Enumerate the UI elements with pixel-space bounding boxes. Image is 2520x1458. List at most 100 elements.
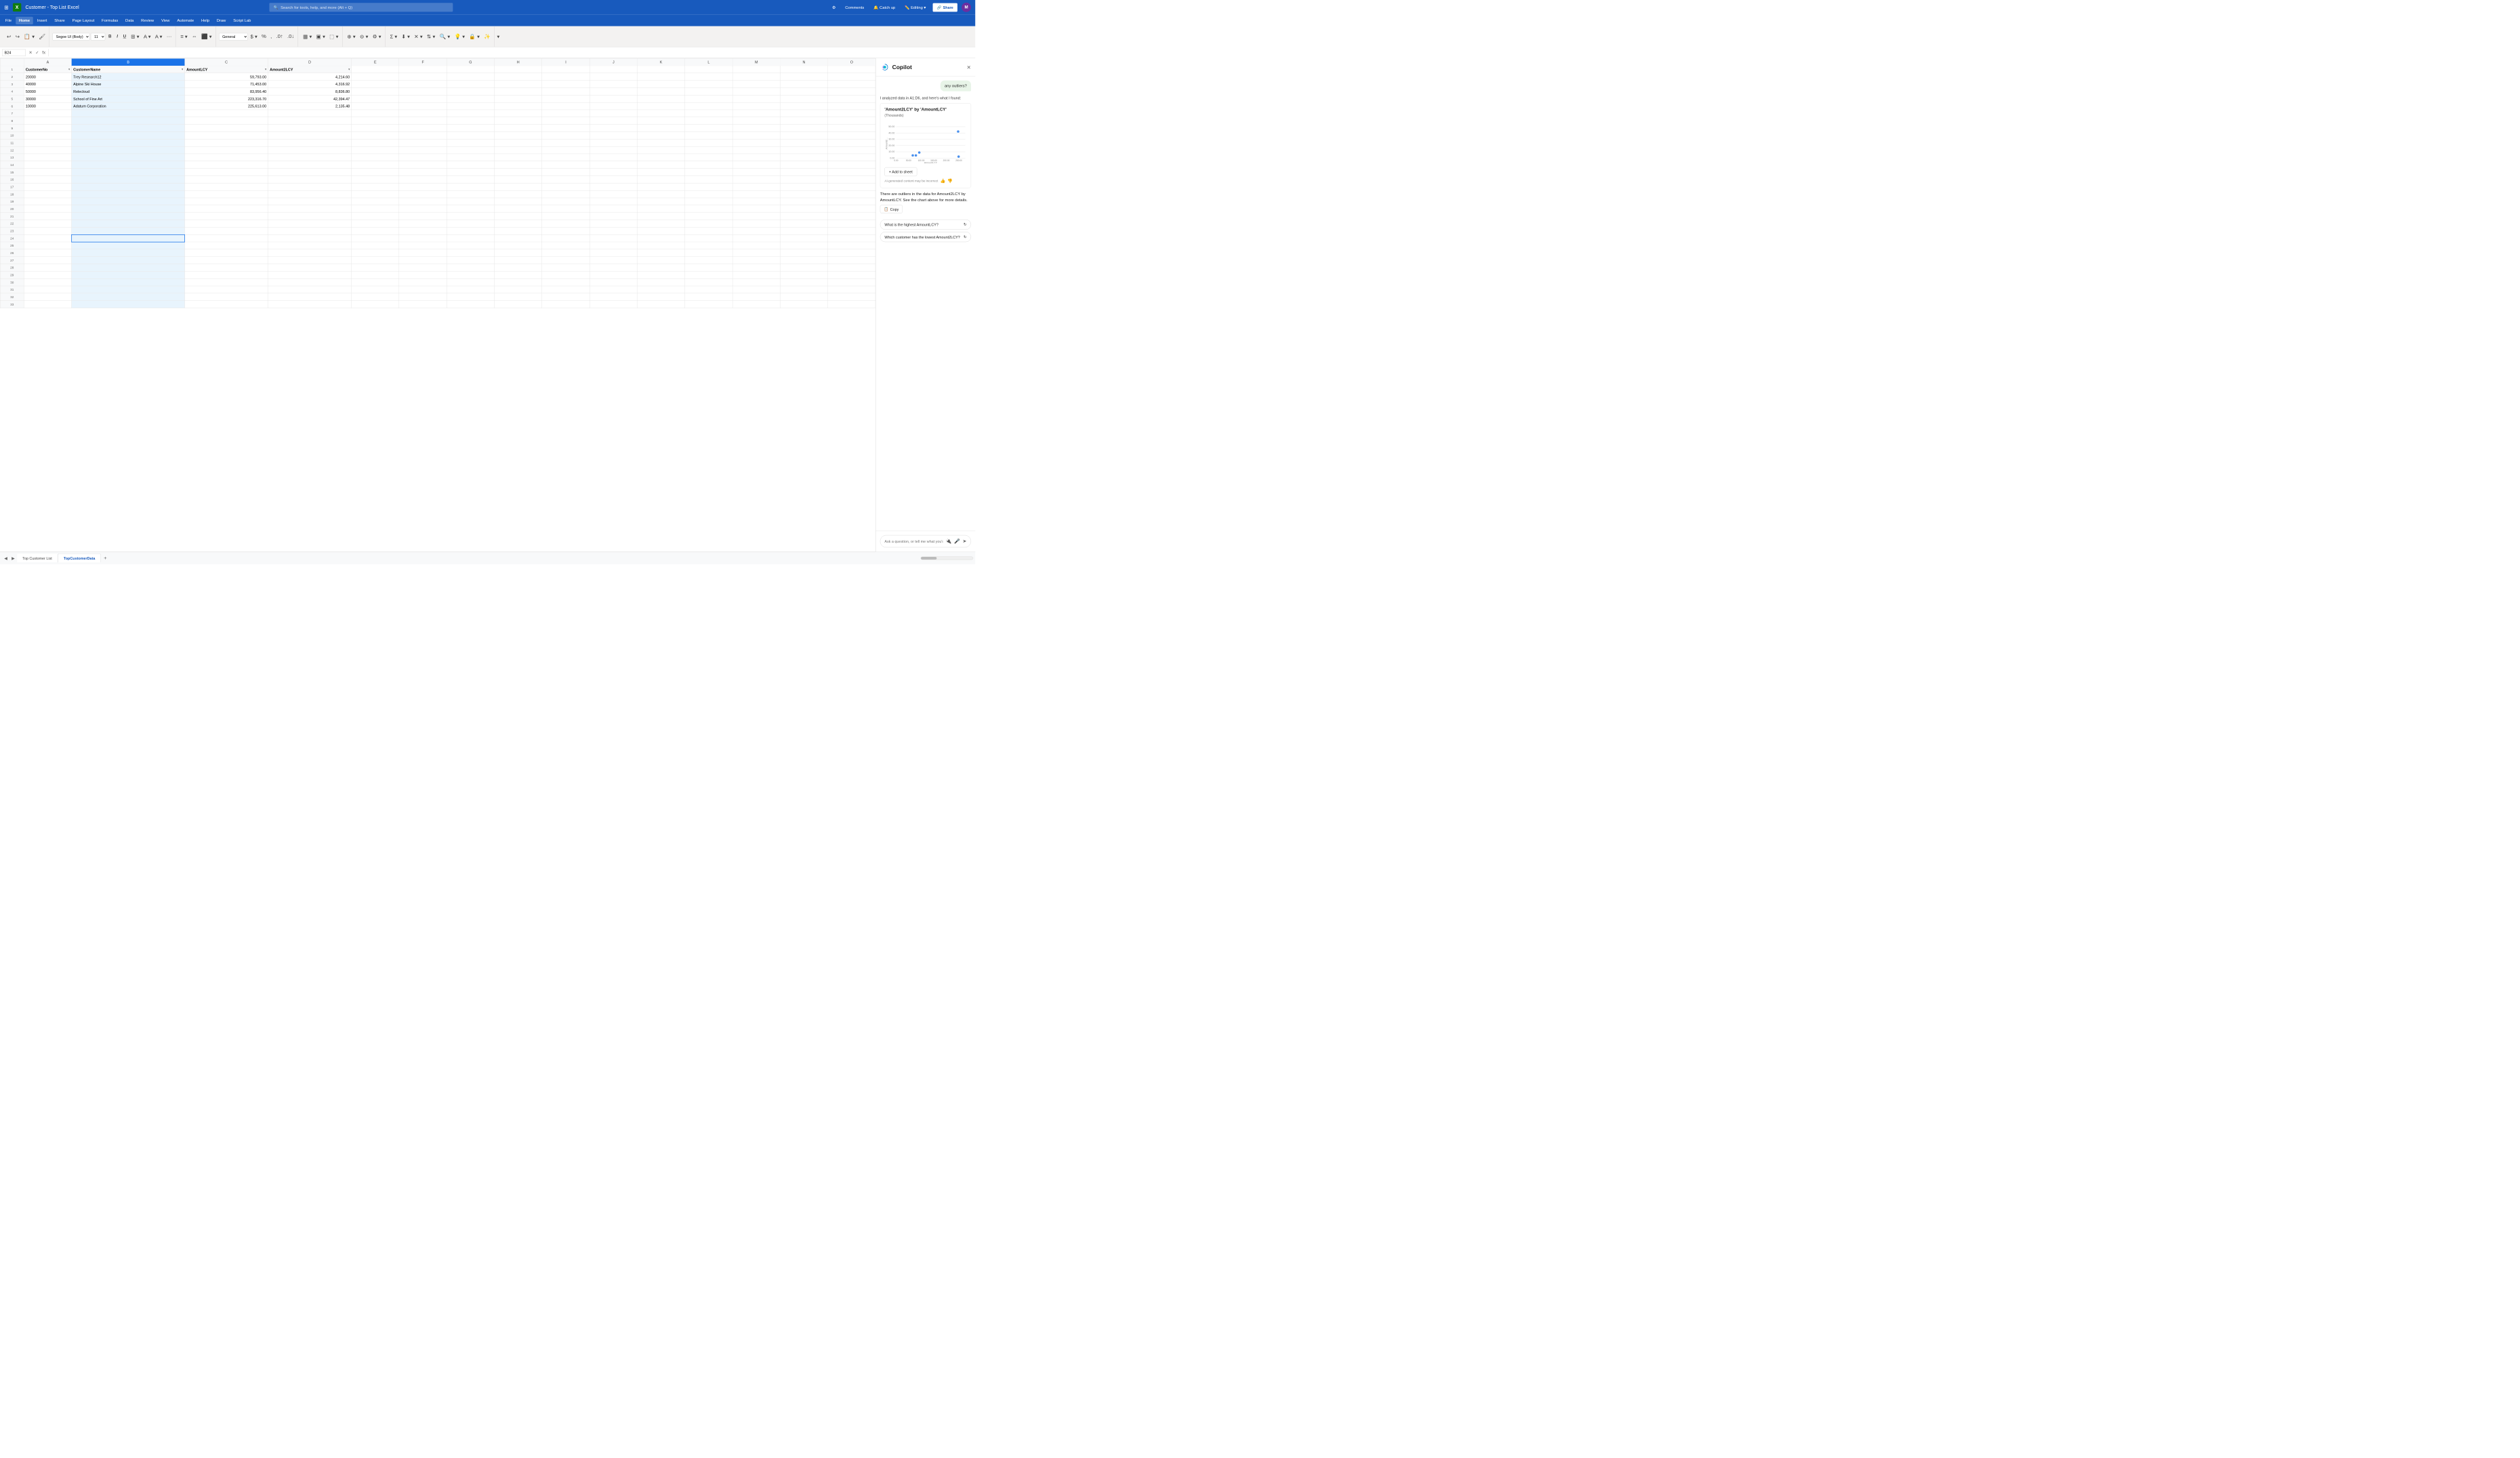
cell[interactable] [685, 257, 732, 264]
cell[interactable] [447, 66, 494, 73]
cell[interactable] [590, 220, 637, 227]
cell[interactable] [447, 102, 494, 110]
cell[interactable] [268, 110, 352, 117]
cell[interactable] [185, 183, 268, 190]
conditional-format-button[interactable]: ▦ ▾ [302, 33, 314, 41]
cell[interactable] [24, 161, 71, 169]
cell[interactable] [352, 227, 399, 234]
cell[interactable] [732, 234, 780, 242]
cell[interactable] [732, 220, 780, 227]
cell[interactable] [447, 81, 494, 88]
cell[interactable] [590, 183, 637, 190]
cell[interactable] [542, 175, 590, 183]
cell[interactable] [828, 249, 875, 257]
cell[interactable]: School of Fine Art [72, 95, 185, 102]
cell[interactable] [685, 198, 732, 205]
function-button[interactable]: fx [41, 49, 47, 56]
cell[interactable] [72, 183, 185, 190]
cell[interactable] [268, 139, 352, 146]
font-color-button[interactable]: A ▾ [153, 33, 163, 41]
cell[interactable] [185, 154, 268, 161]
cell[interactable] [637, 87, 684, 95]
cell[interactable] [637, 73, 684, 81]
cell[interactable] [828, 190, 875, 198]
cell[interactable] [72, 234, 185, 242]
cell[interactable] [447, 293, 494, 301]
cell[interactable] [447, 264, 494, 272]
confirm-formula-button[interactable]: ✓ [35, 49, 40, 56]
cell[interactable]: Adatum Corporation [72, 102, 185, 110]
cell[interactable] [590, 66, 637, 73]
cell[interactable]: CustomerName ▾ [72, 66, 185, 73]
cell[interactable] [542, 169, 590, 176]
cell[interactable] [352, 125, 399, 132]
cell[interactable] [24, 117, 71, 125]
cell[interactable] [542, 271, 590, 278]
cell[interactable] [542, 81, 590, 88]
cell[interactable] [685, 286, 732, 293]
cell[interactable] [542, 117, 590, 125]
cell[interactable]: 59,793.00 [185, 73, 268, 81]
col-header-g[interactable]: G [447, 58, 494, 66]
cell[interactable] [685, 278, 732, 286]
cell[interactable] [732, 198, 780, 205]
cell[interactable] [24, 257, 71, 264]
send-icon-button[interactable]: ➤ [963, 539, 967, 544]
suggestion-chip-2[interactable]: Which customer has the lowest Amount2LCY… [880, 232, 971, 242]
cell[interactable] [637, 117, 684, 125]
col-header-o[interactable]: O [828, 58, 875, 66]
cell[interactable] [268, 278, 352, 286]
cell[interactable] [542, 125, 590, 132]
cell[interactable] [732, 286, 780, 293]
cell[interactable] [590, 234, 637, 242]
avatar[interactable]: M [962, 3, 971, 12]
cell[interactable] [447, 213, 494, 220]
cell[interactable] [24, 125, 71, 132]
cell[interactable] [268, 257, 352, 264]
cell[interactable] [399, 81, 447, 88]
cell[interactable] [685, 293, 732, 301]
cell[interactable] [72, 198, 185, 205]
cell[interactable] [732, 161, 780, 169]
cell[interactable]: Relecloud [72, 87, 185, 95]
cell[interactable]: CustomerNo ▾ [24, 66, 71, 73]
cell[interactable] [780, 154, 827, 161]
cell[interactable]: 8,836.80 [268, 87, 352, 95]
cell[interactable] [637, 125, 684, 132]
cell[interactable] [185, 213, 268, 220]
share-button[interactable]: 🔗 Share [932, 3, 957, 12]
cell[interactable] [685, 146, 732, 154]
menu-share[interactable]: Share [51, 17, 68, 24]
cell[interactable] [685, 125, 732, 132]
cell[interactable] [268, 117, 352, 125]
cell[interactable] [732, 117, 780, 125]
cell[interactable] [732, 175, 780, 183]
editing-button[interactable]: ✏️ Editing ▾ [902, 3, 928, 12]
cell[interactable] [399, 154, 447, 161]
cell[interactable] [72, 190, 185, 198]
insert-cells-button[interactable]: ⊕ ▾ [346, 33, 357, 41]
cell[interactable] [268, 169, 352, 176]
cell[interactable] [828, 271, 875, 278]
cell[interactable] [590, 257, 637, 264]
cell[interactable] [185, 249, 268, 257]
add-to-sheet-button[interactable]: + Add to sheet [884, 167, 917, 176]
cell[interactable] [185, 125, 268, 132]
cell[interactable] [495, 227, 542, 234]
cell[interactable] [399, 264, 447, 272]
mic-icon-button[interactable]: 🎤 [954, 539, 960, 544]
cell[interactable] [637, 81, 684, 88]
cell[interactable] [352, 190, 399, 198]
more-button[interactable]: ··· [165, 33, 173, 41]
cell[interactable] [24, 286, 71, 293]
cell[interactable] [542, 242, 590, 249]
cell[interactable] [495, 293, 542, 301]
cell[interactable] [447, 169, 494, 176]
cell[interactable] [637, 278, 684, 286]
cell[interactable] [685, 227, 732, 234]
cell[interactable] [495, 161, 542, 169]
cell[interactable] [72, 301, 185, 308]
cell[interactable] [268, 198, 352, 205]
cell[interactable] [399, 234, 447, 242]
format-cells-button[interactable]: ⚙ ▾ [371, 33, 383, 41]
